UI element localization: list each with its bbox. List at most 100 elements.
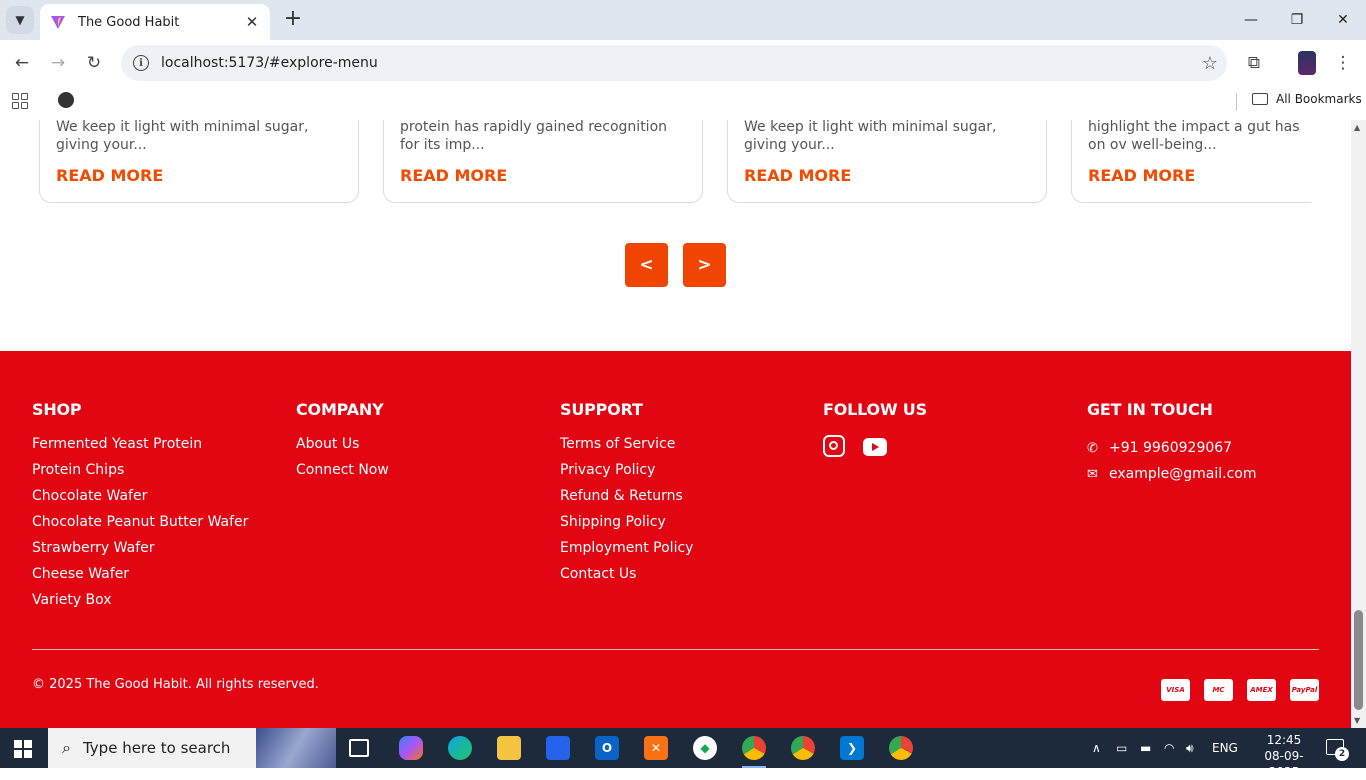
footer-heading: COMPANY — [296, 400, 384, 419]
phone-number: +91 9960929067 — [1109, 440, 1233, 456]
url-text[interactable]: localhost:5173/#explore-menu — [161, 55, 1193, 71]
chevron-down-icon: ▼ — [15, 13, 25, 27]
search-icon: ⌕ — [62, 738, 71, 757]
youtube-icon[interactable] — [863, 438, 887, 456]
xampp-icon[interactable]: ✕ — [644, 736, 668, 760]
social-links — [823, 435, 927, 457]
carousel-next-button[interactable]: > — [683, 243, 726, 287]
payment-methods: VISA MC AMEX PayPal — [1161, 679, 1319, 701]
footer-link[interactable]: Shipping Policy — [560, 513, 693, 539]
mastercard-icon: MC — [1204, 679, 1233, 701]
clock-date: 08-09-2025 — [1264, 749, 1304, 779]
address-bar[interactable]: i localhost:5173/#explore-menu ☆ — [121, 45, 1227, 81]
reload-icon[interactable]: ↻ — [83, 52, 105, 74]
back-arrow-icon[interactable]: ← — [11, 52, 33, 74]
task-view-icon[interactable] — [349, 739, 369, 757]
battery-icon[interactable]: ▬ — [1140, 728, 1151, 768]
site-info-icon[interactable]: i — [133, 55, 149, 71]
tab-strip: ▼ The Good Habit ✕ + — ❐ ✕ — [0, 0, 1366, 40]
footer-link[interactable]: Connect Now — [296, 461, 389, 487]
card-excerpt: protein has rapidly gained recognition f… — [400, 120, 668, 153]
scroll-down-icon[interactable]: ▼ — [1354, 716, 1360, 725]
minimize-button[interactable]: — — [1228, 0, 1274, 40]
meet-now-icon[interactable]: ▭ — [1116, 728, 1127, 768]
footer-support-column: SUPPORT Terms of Service Privacy Policy … — [560, 400, 693, 591]
all-bookmarks-label: All Bookmarks — [1276, 92, 1362, 106]
profile-avatar[interactable] — [1298, 51, 1316, 75]
footer-company-column: COMPANY About Us Connect Now — [296, 400, 389, 487]
extensions-icon[interactable]: ⧉ — [1243, 52, 1265, 74]
search-placeholder: Type here to search — [82, 739, 231, 757]
forward-arrow-icon[interactable]: → — [47, 52, 69, 74]
bookmark-star-icon[interactable]: ☆ — [1193, 53, 1227, 74]
new-tab-button[interactable]: + — [281, 8, 305, 32]
footer-link[interactable]: Cheese Wafer — [32, 565, 248, 591]
volume-icon[interactable]: 🔊︎ — [1186, 728, 1194, 768]
blog-card: protein has rapidly gained recognition f… — [383, 120, 703, 203]
footer-follow-column: FOLLOW US — [823, 400, 927, 457]
footer-shop-column: SHOP Fermented Yeast Protein Protein Chi… — [32, 400, 248, 617]
file-explorer-icon[interactable] — [497, 736, 521, 760]
menu-kebab-icon[interactable]: ⋮ — [1332, 52, 1354, 74]
vscode-icon[interactable]: ❯ — [840, 736, 864, 760]
scrollbar-thumb[interactable] — [1354, 610, 1363, 710]
contact-phone[interactable]: ✆ +91 9960929067 — [1087, 435, 1257, 461]
search-highlight-image — [256, 728, 336, 768]
footer-link[interactable]: Fermented Yeast Protein — [32, 435, 248, 461]
copilot-icon[interactable] — [399, 736, 423, 760]
footer-heading: SHOP — [32, 400, 82, 419]
microsoft-store-icon[interactable] — [546, 736, 570, 760]
footer-link[interactable]: Chocolate Peanut Butter Wafer — [32, 513, 248, 539]
footer-link[interactable]: Strawberry Wafer — [32, 539, 248, 565]
read-more-link[interactable]: READ MORE — [1088, 166, 1195, 185]
footer-link[interactable]: Privacy Policy — [560, 461, 693, 487]
card-excerpt: highlight the impact a gut has on ov wel… — [1088, 120, 1300, 153]
restore-button[interactable]: ❐ — [1274, 0, 1320, 40]
globe-icon[interactable] — [58, 92, 74, 108]
edge-icon[interactable] — [448, 736, 472, 760]
footer-link[interactable]: Chocolate Wafer — [32, 487, 248, 513]
system-clock[interactable]: 12:45 08-09-2025 — [1252, 732, 1316, 780]
instagram-icon[interactable] — [823, 435, 845, 457]
footer-link[interactable]: Employment Policy — [560, 539, 693, 565]
read-more-link[interactable]: READ MORE — [400, 166, 507, 185]
carousel-prev-button[interactable]: < — [625, 243, 668, 287]
footer-contact-column: GET IN TOUCH ✆ +91 9960929067 ✉ example@… — [1087, 400, 1257, 487]
page-viewport: We keep it light with minimal sugar, giv… — [0, 120, 1351, 728]
site-footer: SHOP Fermented Yeast Protein Protein Chi… — [0, 351, 1351, 728]
footer-divider — [32, 649, 1319, 650]
footer-link[interactable]: About Us — [296, 435, 389, 461]
wifi-icon[interactable]: ◠ — [1164, 728, 1174, 768]
taskbar-search-box[interactable]: ⌕ Type here to search — [48, 728, 336, 768]
footer-link[interactable]: Contact Us — [560, 565, 693, 591]
outlook-icon[interactable]: O — [595, 736, 619, 760]
language-indicator[interactable]: ENG — [1212, 728, 1238, 768]
page-scrollbar[interactable]: ▲ ▼ — [1351, 120, 1366, 728]
chrome-icon[interactable] — [742, 736, 766, 768]
mongodb-compass-icon[interactable]: ◆ — [693, 736, 717, 760]
windows-start-icon[interactable] — [14, 740, 32, 758]
contact-email[interactable]: ✉ example@gmail.com — [1087, 461, 1257, 487]
tab-search-button[interactable]: ▼ — [6, 6, 34, 34]
all-bookmarks-button[interactable]: All Bookmarks — [1252, 92, 1362, 106]
vite-favicon-icon — [51, 16, 65, 29]
chrome-profile-icon[interactable] — [791, 736, 815, 760]
footer-link[interactable]: Terms of Service — [560, 435, 693, 461]
folder-icon — [1252, 93, 1268, 105]
close-tab-icon[interactable]: ✕ — [244, 13, 260, 31]
footer-link[interactable]: Variety Box — [32, 591, 248, 617]
phone-icon: ✆ — [1087, 440, 1098, 456]
read-more-link[interactable]: READ MORE — [744, 166, 851, 185]
amex-icon: AMEX — [1247, 679, 1276, 701]
close-window-button[interactable]: ✕ — [1320, 0, 1366, 40]
chrome-profile-2-icon[interactable] — [889, 736, 913, 760]
footer-link[interactable]: Refund & Returns — [560, 487, 693, 513]
apps-grid-icon[interactable] — [12, 93, 28, 109]
footer-link[interactable]: Protein Chips — [32, 461, 248, 487]
show-hidden-icons[interactable]: ∧ — [1092, 728, 1101, 768]
browser-toolbar: ← → ↻ i localhost:5173/#explore-menu ☆ ⧉… — [0, 40, 1366, 86]
visa-icon: VISA — [1161, 679, 1190, 701]
active-tab[interactable]: The Good Habit ✕ — [40, 4, 270, 40]
read-more-link[interactable]: READ MORE — [56, 166, 163, 185]
scroll-up-icon[interactable]: ▲ — [1354, 123, 1360, 132]
